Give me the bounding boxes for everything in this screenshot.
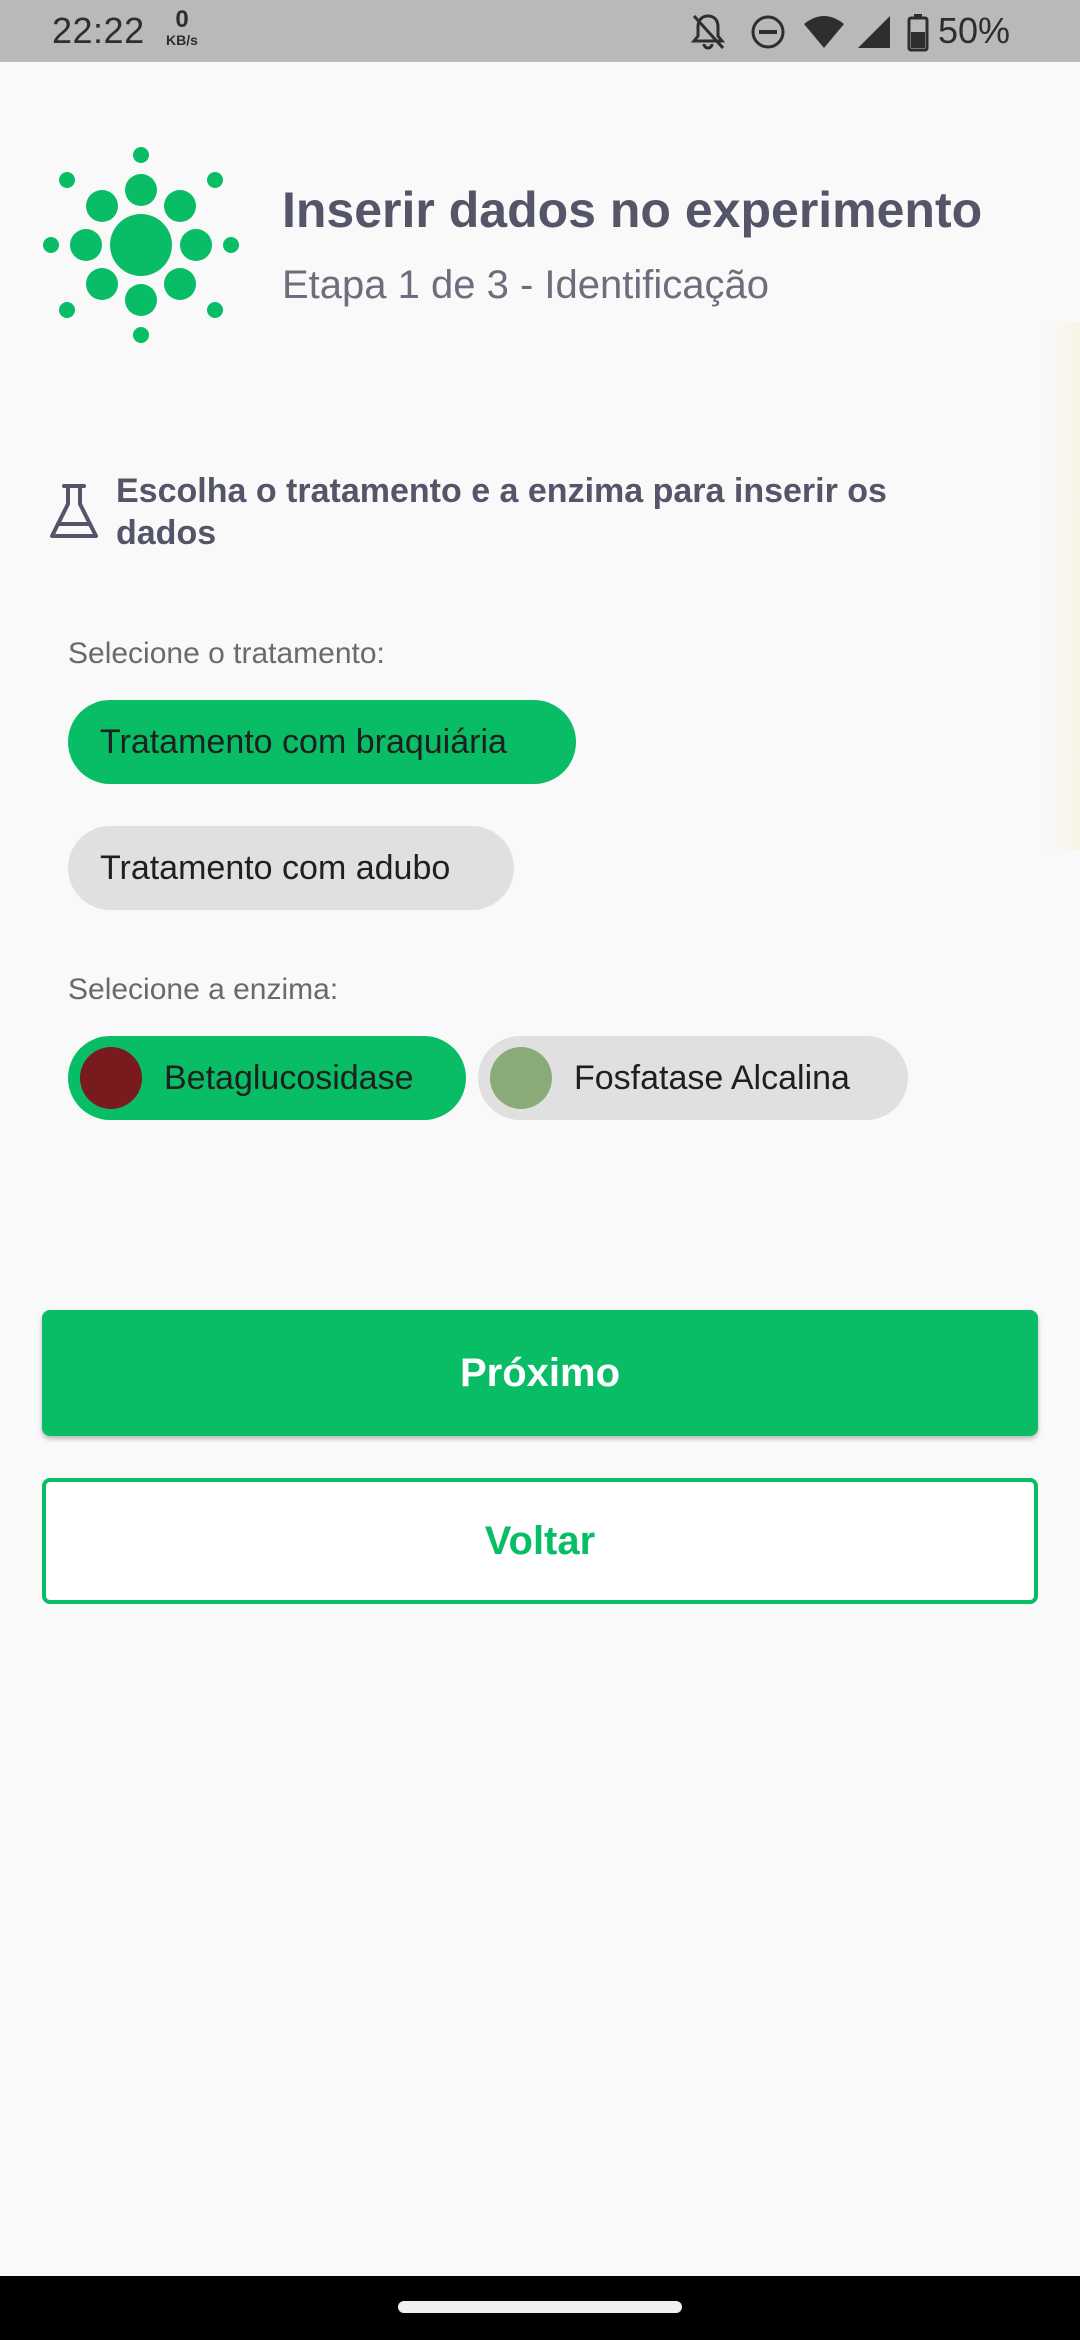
battery-icon xyxy=(907,14,929,52)
network-speed: 0 KB/s xyxy=(160,6,204,49)
status-time: 22:22 xyxy=(52,10,145,51)
cellular-signal-icon xyxy=(858,16,890,48)
chip-enzyme-betaglucosidase[interactable]: Betaglucosidase xyxy=(68,1036,466,1120)
chip-enzyme-fosfatase-alcalina[interactable]: Fosfatase Alcalina xyxy=(478,1036,908,1120)
enzyme-color-dot xyxy=(490,1047,552,1109)
home-gesture-handle[interactable] xyxy=(398,2301,682,2313)
treatment-label: Selecione o tratamento: xyxy=(68,637,385,670)
page-subtitle: Etapa 1 de 3 - Identificação xyxy=(282,263,769,307)
do-not-disturb-icon xyxy=(751,15,785,49)
back-button[interactable]: Voltar xyxy=(42,1478,1038,1604)
network-speed-unit: KB/s xyxy=(166,32,198,48)
enzyme-color-dot xyxy=(80,1047,142,1109)
next-button[interactable]: Próximo xyxy=(42,1310,1038,1436)
chip-treatment-adubo[interactable]: Tratamento com adubo xyxy=(68,826,514,910)
network-speed-value: 0 xyxy=(175,6,189,33)
chip-label: Fosfatase Alcalina xyxy=(574,1058,850,1097)
status-bar: 22:22 0 KB/s 50% xyxy=(0,0,1080,62)
page-title: Inserir dados no experimento xyxy=(282,182,983,238)
bell-off-icon xyxy=(690,14,726,50)
chip-label: Tratamento com braquiária xyxy=(100,722,507,761)
flask-icon xyxy=(50,484,98,538)
chip-treatment-braquiaria[interactable]: Tratamento com braquiária xyxy=(68,700,576,784)
edge-panel xyxy=(1044,322,1080,850)
enzyme-label: Selecione a enzima: xyxy=(68,973,339,1006)
chip-label: Tratamento com adubo xyxy=(100,848,451,887)
wifi-icon xyxy=(804,16,844,48)
screen: 22:22 0 KB/s 50% Inserir dados no experi… xyxy=(0,0,1080,2340)
battery-percent: 50% xyxy=(938,10,1011,51)
chip-label: Betaglucosidase xyxy=(164,1058,414,1097)
sun-burst-logo-icon xyxy=(43,147,239,343)
section-heading: Escolha o tratamento e a enzima para ins… xyxy=(116,472,887,552)
